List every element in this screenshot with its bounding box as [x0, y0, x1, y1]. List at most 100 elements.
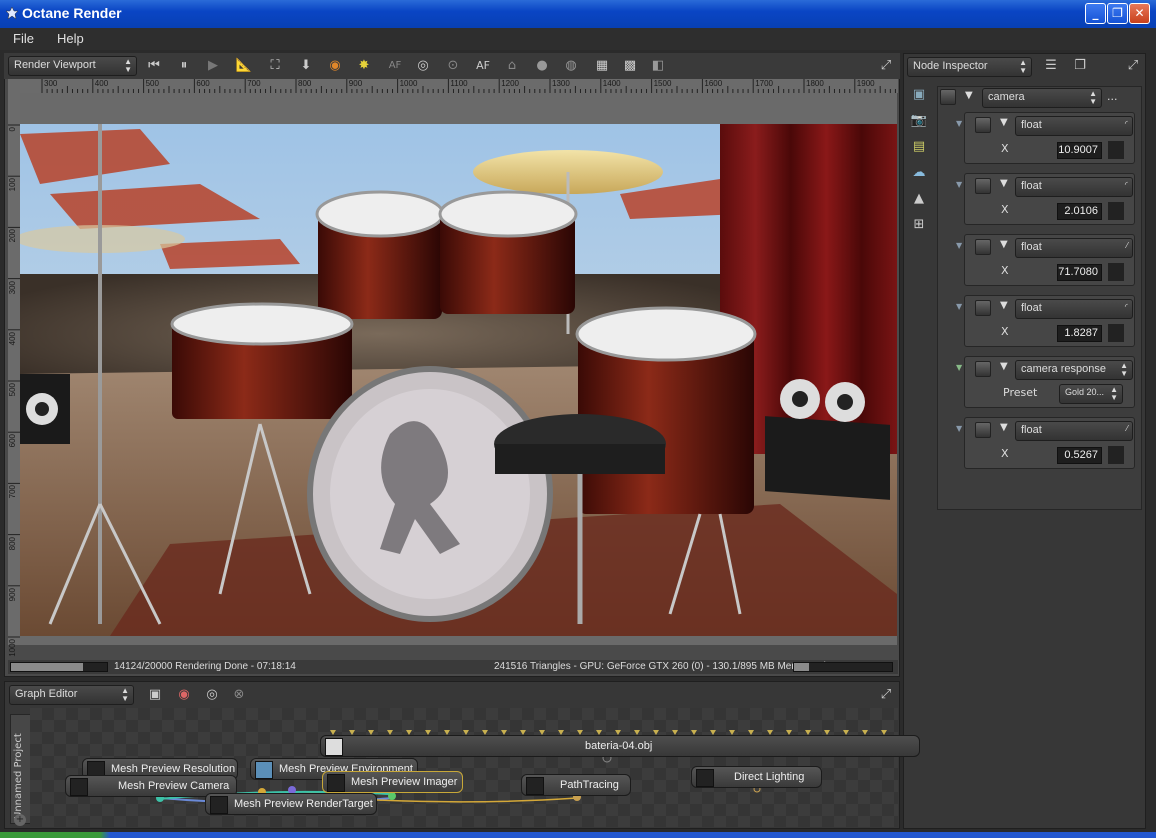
maximize-panel-icon[interactable]: ⤢	[877, 686, 895, 704]
slider-icon[interactable]	[1108, 141, 1124, 159]
sphere-lock-icon[interactable]: ◍	[562, 57, 580, 75]
param-axis-label: X	[1001, 325, 1009, 338]
collapse-triangle-icon[interactable]: ▼	[1000, 361, 1008, 372]
curve-icon: ◜	[1124, 180, 1128, 189]
param-type-select[interactable]: float ◜	[1015, 116, 1133, 136]
minimize-button[interactable]: _	[1085, 3, 1106, 24]
param-value-field[interactable]: 1.8287	[1057, 325, 1102, 342]
ruler-label: 800	[8, 536, 17, 550]
preset-label: Gold 20...	[1065, 387, 1105, 397]
float-node-icon	[975, 300, 991, 316]
collapse-triangle-icon[interactable]: ▼	[1000, 422, 1008, 433]
render-target-icon[interactable]: ▣	[910, 86, 928, 104]
node-imager[interactable]: Mesh Preview Imager	[322, 771, 463, 793]
restart-render-icon[interactable]: ⏮	[145, 57, 163, 75]
menu-help[interactable]: Help	[57, 31, 84, 46]
param-value-field[interactable]: 0.5267	[1057, 447, 1102, 464]
inspector-mode-select[interactable]: Node Inspector ▲ ▼	[907, 57, 1032, 77]
param-value-field[interactable]: 71.7080	[1057, 264, 1102, 281]
af-picker-icon[interactable]: AF	[386, 57, 404, 75]
octane-logo-icon	[5, 6, 19, 20]
render-image[interactable]	[20, 124, 897, 636]
material-picker-icon[interactable]: ◉	[326, 57, 344, 75]
kernel-node-icon	[526, 777, 544, 795]
collapse-triangle-icon[interactable]: ▼	[1000, 239, 1008, 250]
preset-select[interactable]: Gold 20... ▲ ▼	[1059, 384, 1123, 404]
param-type-select[interactable]: camera response ▲ ▼	[1015, 360, 1133, 380]
pin-icon: ▼	[956, 180, 963, 189]
param-value-field[interactable]: 2.0106	[1057, 203, 1102, 220]
expand-all-icon[interactable]: ❐	[1071, 57, 1089, 75]
node-rendertarget[interactable]: Mesh Preview RenderTarget	[205, 793, 377, 815]
node-more-button[interactable]: ...	[1107, 90, 1118, 103]
pause-icon[interactable]: ⏸	[175, 57, 193, 75]
param-type-select[interactable]: float ⁄	[1015, 421, 1133, 441]
param-type-select[interactable]: float ⁄	[1015, 238, 1133, 258]
status-right-text: 241516 Triangles - GPU: GeForce GTX 260 …	[494, 661, 826, 672]
node-lighting[interactable]: Direct Lighting	[691, 766, 822, 788]
node-pathtracing[interactable]: PathTracing	[521, 774, 631, 796]
kernel-icon[interactable]: ⊞	[910, 216, 928, 234]
menu-bar: File Help	[0, 28, 1156, 50]
imager-icon[interactable]: ▲	[910, 190, 928, 208]
viewport-mode-label: Render Viewport	[14, 59, 96, 71]
camera-icon[interactable]: 📷	[910, 112, 928, 130]
collapse-triangle-icon[interactable]: ▼	[1000, 300, 1008, 311]
alpha-icon[interactable]: ◧	[649, 57, 667, 75]
af-button[interactable]: AF	[474, 57, 492, 75]
close-button[interactable]: ✕	[1129, 3, 1150, 24]
param-axis-label: Preset	[1003, 386, 1038, 399]
camera-icon[interactable]: ⌂	[503, 57, 521, 75]
param-type-select[interactable]: float ◜	[1015, 299, 1133, 319]
viewport-mode-select[interactable]: Render Viewport ▲ ▼	[8, 56, 137, 76]
maximize-button[interactable]: ❐	[1107, 3, 1128, 24]
param-value-field[interactable]: 10.9007	[1057, 142, 1102, 159]
collapse-all-icon[interactable]: ☰	[1042, 57, 1060, 75]
param-type-select[interactable]: float ◜	[1015, 177, 1133, 197]
film-settings-icon[interactable]: ▤	[910, 138, 928, 156]
add-material-icon[interactable]: ◉	[175, 686, 193, 704]
updown-arrow-icon: ▲ ▼	[1110, 385, 1118, 402]
delete-node-icon[interactable]: ⊗	[230, 686, 248, 704]
sphere-icon[interactable]: ●	[533, 57, 551, 75]
slider-icon[interactable]	[1108, 263, 1124, 281]
menu-file[interactable]: File	[13, 31, 34, 46]
light-picker-icon[interactable]: ✸	[355, 57, 373, 75]
maximize-panel-icon[interactable]: ⤢	[1124, 57, 1142, 75]
kernel-node-icon	[696, 769, 714, 787]
add-project-icon[interactable]: +	[14, 814, 26, 826]
graph-canvas[interactable]: bateria-04.obj Mesh Preview Resolution M…	[30, 708, 920, 827]
collapse-triangle-icon[interactable]: ▼	[1000, 117, 1008, 128]
add-mesh-icon[interactable]: ▣	[146, 686, 164, 704]
environment-icon[interactable]: ☁	[910, 164, 928, 182]
region-icon[interactable]: ⛶	[266, 57, 284, 75]
project-tab[interactable]: Unnamed Project	[10, 714, 32, 824]
ruler-label: 1500	[653, 79, 672, 88]
checker-icon[interactable]: ▩	[621, 57, 639, 75]
project-tab-label: Unnamed Project	[13, 733, 24, 819]
pin-icon: ▼	[956, 119, 963, 128]
save-image-icon[interactable]: ⬇	[297, 57, 315, 75]
camera-target-icon[interactable]: ◎	[414, 57, 432, 75]
collapse-triangle-icon[interactable]: ▼	[965, 90, 973, 101]
slider-icon[interactable]	[1108, 446, 1124, 464]
collapse-triangle-icon[interactable]: ▼	[1000, 178, 1008, 189]
focus-picker-icon[interactable]: ⊙	[444, 57, 462, 75]
mesh-node-icon	[325, 738, 343, 756]
pin-icon: ▼	[956, 424, 963, 433]
camera-node-icon	[940, 89, 956, 105]
play-icon[interactable]: ▶	[204, 57, 222, 75]
updown-arrow-icon: ▲ ▼	[1120, 361, 1128, 378]
maximize-panel-icon[interactable]: ⤢	[877, 57, 895, 75]
ruler-icon[interactable]: 📐	[235, 57, 253, 75]
grid-icon[interactable]: ▦	[593, 57, 611, 75]
slider-icon[interactable]	[1108, 324, 1124, 342]
add-texture-icon[interactable]: ◎	[203, 686, 221, 704]
node-type-select[interactable]: camera ▲ ▼	[982, 88, 1102, 108]
slider-icon[interactable]	[1108, 202, 1124, 220]
taskbar-strip	[0, 832, 1156, 838]
linear-icon: ⁄	[1126, 424, 1128, 433]
graph-mode-select[interactable]: Graph Editor ▲ ▼	[9, 685, 134, 705]
param-type-label: camera response	[1021, 363, 1106, 375]
node-mesh[interactable]: bateria-04.obj	[320, 735, 920, 757]
